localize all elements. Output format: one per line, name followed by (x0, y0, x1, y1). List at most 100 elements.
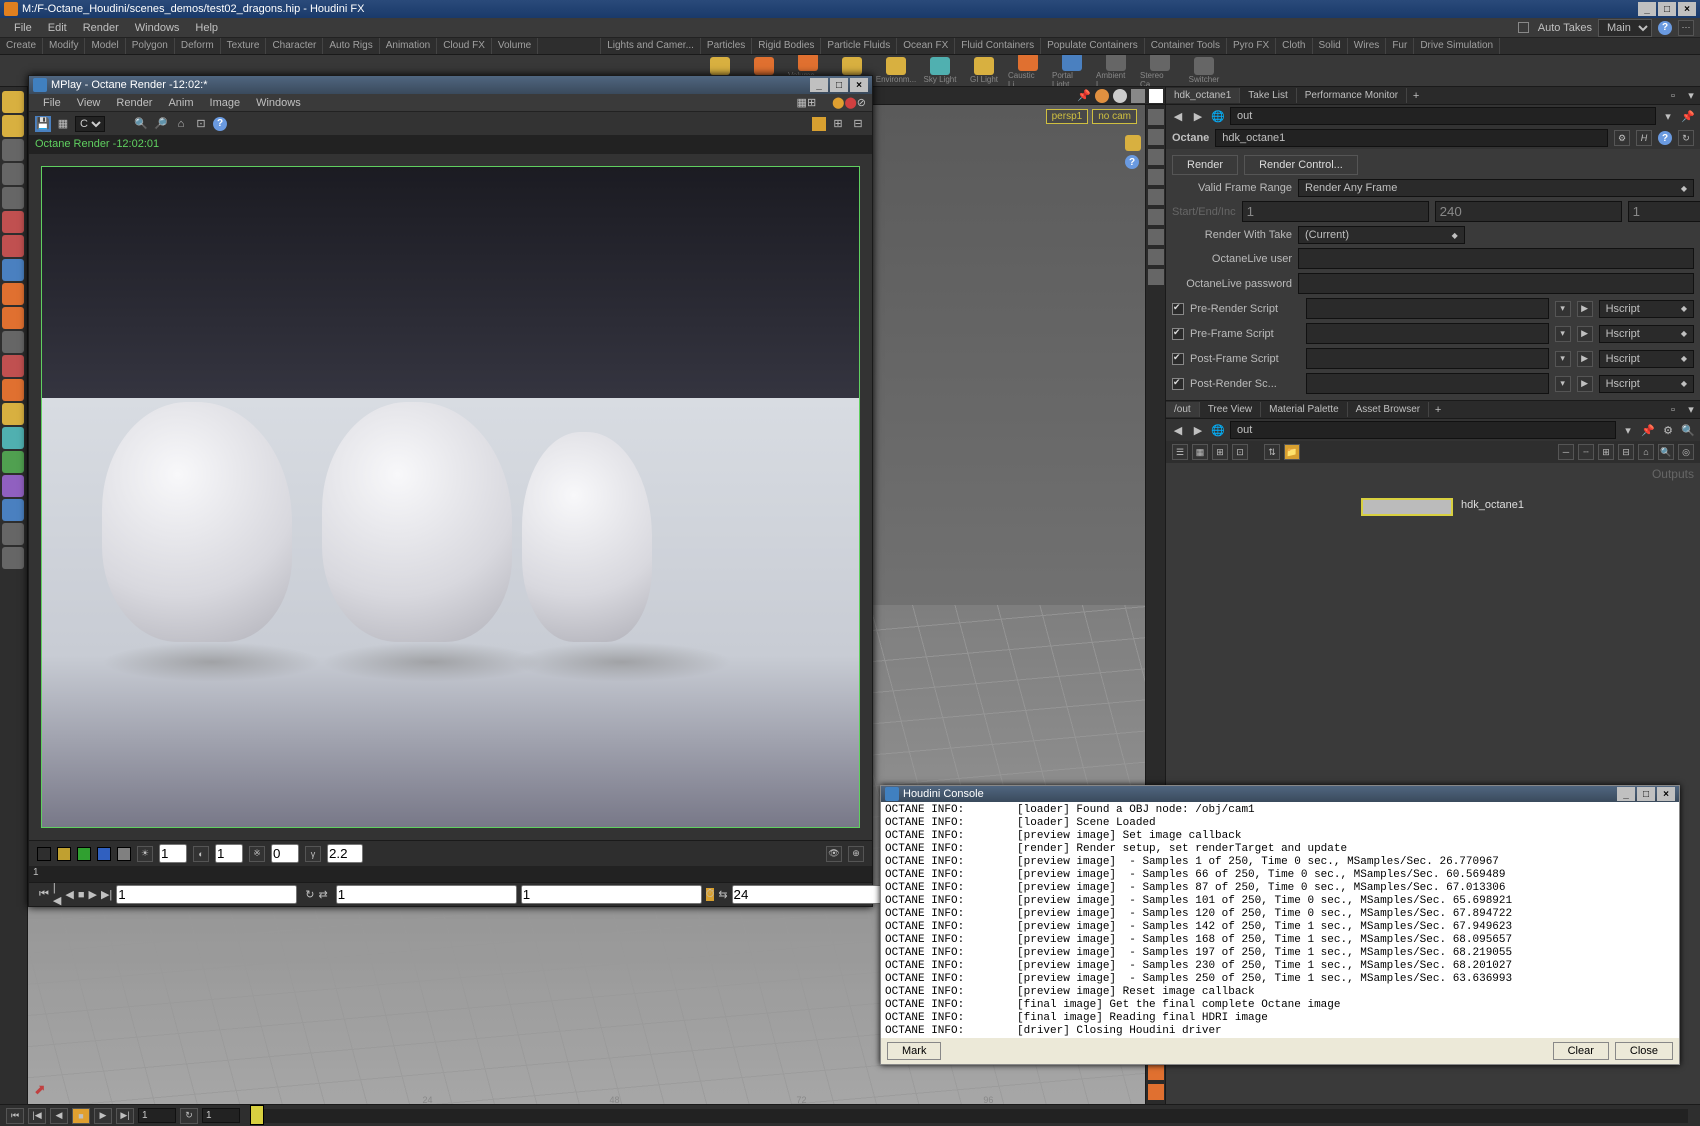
tool-l[interactable] (2, 403, 24, 425)
mplay-view2-icon[interactable]: ⊞ (830, 116, 846, 132)
h-icon[interactable]: H (1636, 130, 1652, 146)
postframe-checkbox[interactable] (1172, 353, 1184, 365)
shelf-tab-autorigs[interactable]: Auto Rigs (323, 38, 379, 54)
mp-start-input[interactable] (336, 885, 517, 904)
vtool-9[interactable] (1148, 269, 1164, 285)
tool-b[interactable] (2, 163, 24, 185)
shelf-tab-pcontain[interactable]: Populate Containers (1041, 38, 1145, 54)
vp-help-icon[interactable]: ? (1125, 155, 1139, 169)
preframe-menu-icon[interactable]: ▾ (1555, 326, 1571, 342)
mplay-val1[interactable] (159, 844, 187, 863)
tool-j[interactable] (2, 355, 24, 377)
panel-max-icon[interactable]: ▫ (1666, 89, 1680, 103)
net-view-tree-icon[interactable]: ⊞ (1212, 444, 1228, 460)
console-mark-button[interactable]: Mark (887, 1042, 941, 1060)
net-opt-a-icon[interactable]: ─ (1558, 444, 1574, 460)
mplay-rec-icon[interactable]: ⬤ (832, 96, 844, 109)
mp-prev-icon[interactable]: ◀ (65, 888, 73, 901)
vp-opt2[interactable] (1113, 89, 1127, 103)
minimize-button[interactable]: _ (1638, 2, 1656, 16)
net-layout-icon[interactable]: ⇅ (1264, 444, 1280, 460)
menu-windows[interactable]: Windows (127, 20, 188, 36)
shelf-tab-fcontain[interactable]: Fluid Containers (955, 38, 1041, 54)
net-path[interactable]: out (1230, 421, 1616, 439)
valid-frame-combo[interactable]: Render Any Frame◆ (1298, 179, 1694, 197)
shelf-tab-pfluid[interactable]: Particle Fluids (821, 38, 897, 54)
net-tab-out[interactable]: /out (1166, 402, 1200, 417)
preframe-checkbox[interactable] (1172, 328, 1184, 340)
mplay-home-icon[interactable]: ⌂ (173, 116, 189, 132)
maximize-button[interactable]: □ (1658, 2, 1676, 16)
console-clear-button[interactable]: Clear (1553, 1042, 1609, 1060)
mplay-swatch-gy[interactable] (117, 847, 131, 861)
start-input[interactable] (1242, 201, 1429, 222)
mplay-layout1-icon[interactable]: ▦ (797, 96, 807, 109)
vp-opt3[interactable] (1131, 89, 1145, 103)
params-path[interactable]: out (1230, 107, 1656, 125)
autotakes-checkbox[interactable] (1518, 22, 1529, 33)
shelf-tab-character[interactable]: Character (266, 38, 323, 54)
net-pin-icon[interactable]: 📌 (1640, 422, 1656, 438)
net-snap-icon[interactable]: ◎ (1678, 444, 1694, 460)
mp-end-input[interactable] (521, 885, 702, 904)
postrender-lang[interactable]: Hscript◆ (1599, 375, 1694, 393)
shelf-tab-particles[interactable]: Particles (701, 38, 752, 54)
tool-d[interactable] (2, 211, 24, 233)
recook-icon[interactable]: ↻ (1678, 130, 1694, 146)
tool-lasso[interactable] (2, 115, 24, 137)
tool-h[interactable] (2, 307, 24, 329)
shelf-tab-volume[interactable]: Volume (492, 38, 538, 54)
shelf-tab-animation[interactable]: Animation (380, 38, 437, 54)
mplay-fit-icon[interactable]: ⊡ (193, 116, 209, 132)
menubar-extra-button[interactable]: ⋯ (1678, 20, 1694, 36)
tool-g[interactable] (2, 283, 24, 305)
mplay-swatch-y[interactable] (57, 847, 71, 861)
tool-c[interactable] (2, 187, 24, 209)
shelf-tab-polygon[interactable]: Polygon (126, 38, 175, 54)
shelf-tab-rigid[interactable]: Rigid Bodies (752, 38, 821, 54)
shelf-tab-deform[interactable]: Deform (175, 38, 221, 54)
vp-snap-icon[interactable] (1125, 135, 1141, 151)
net-back-icon[interactable]: ◀ (1170, 422, 1186, 438)
tool-i[interactable] (2, 331, 24, 353)
console-titlebar[interactable]: Houdini Console _ □ × (881, 786, 1679, 802)
tl-prev-icon[interactable]: ◀ (50, 1108, 68, 1124)
params-tab-take[interactable]: Take List (1240, 88, 1296, 103)
vtool-shade2[interactable] (1148, 1064, 1164, 1080)
pin-icon2[interactable]: 📌 (1680, 108, 1696, 124)
shelf-tab-cloudfx[interactable]: Cloud FX (437, 38, 492, 54)
viewport-camera2[interactable]: no cam (1092, 109, 1137, 124)
menu-file[interactable]: File (6, 20, 40, 36)
shelf-portal[interactable]: Portal Light (1052, 55, 1092, 87)
node-name[interactable]: hdk_octane1 (1215, 129, 1608, 147)
nav-fwd-icon[interactable]: ▶ (1190, 108, 1206, 124)
tl-next-icon[interactable]: ▶ (94, 1108, 112, 1124)
mp-bounce-icon[interactable]: ⇄ (319, 888, 328, 901)
shelf-stereo[interactable]: Stereo Ca... (1140, 55, 1180, 87)
tl-play-icon[interactable]: ■ (72, 1108, 90, 1124)
net-globe-icon[interactable]: 🌐 (1210, 422, 1226, 438)
shelf-tab-pyro[interactable]: Pyro FX (1227, 38, 1276, 54)
net-find-icon[interactable]: 🔍 (1680, 422, 1696, 438)
net-view-icons-icon[interactable]: ▦ (1192, 444, 1208, 460)
mplay-menu-file[interactable]: File (35, 95, 69, 111)
net-gear-icon[interactable]: ⚙ (1660, 422, 1676, 438)
net-tab-mat[interactable]: Material Palette (1261, 402, 1347, 417)
shelf-tab-cloth[interactable]: Cloth (1276, 38, 1312, 54)
menu-render[interactable]: Render (75, 20, 127, 36)
vtool-4[interactable] (1148, 169, 1164, 185)
take-select[interactable]: Main (1598, 19, 1652, 37)
globe-icon[interactable]: 🌐 (1210, 108, 1226, 124)
shelf-gilight[interactable]: GI Light (964, 57, 1004, 84)
shelf-ambient[interactable]: Ambient L... (1096, 55, 1136, 87)
path-dropdown-icon[interactable]: ▾ (1660, 108, 1676, 124)
mplay-layout2-icon[interactable]: ⊞ (807, 96, 816, 109)
mplay-adapt-icon[interactable]: ⊕ (848, 846, 864, 862)
node-help-icon[interactable]: ? (1658, 131, 1672, 145)
prerender-input[interactable] (1306, 298, 1549, 319)
mp-cur-input[interactable] (116, 885, 297, 904)
mplay-close-button[interactable]: × (850, 78, 868, 92)
menu-edit[interactable]: Edit (40, 20, 75, 36)
mplay-view1-icon[interactable] (812, 117, 826, 131)
shelf-envlight[interactable]: Environm... (876, 57, 916, 84)
